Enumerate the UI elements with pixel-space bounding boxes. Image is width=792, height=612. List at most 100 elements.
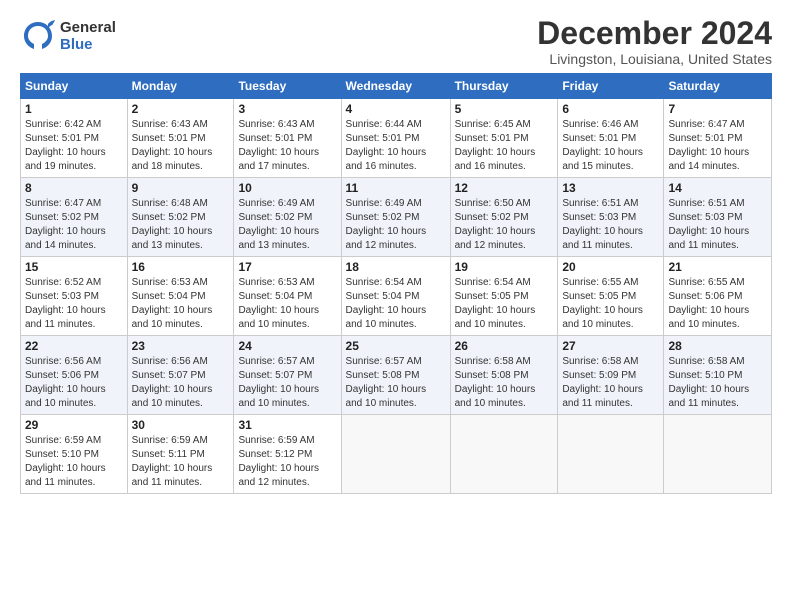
month-title: December 2024 [537, 16, 772, 51]
calendar-table: Sunday Monday Tuesday Wednesday Thursday… [20, 73, 772, 494]
logo: General Blue [20, 16, 116, 56]
week-row-5: 29 Sunrise: 6:59 AMSunset: 5:10 PMDayligh… [21, 415, 772, 494]
day-info: Sunrise: 6:42 AMSunset: 5:01 PMDaylight:… [25, 118, 123, 174]
day-number: 21 [668, 260, 767, 274]
calendar-cell [341, 415, 450, 494]
calendar-cell: 18 Sunrise: 6:54 AMSunset: 5:04 PMDayligh… [341, 257, 450, 336]
calendar-cell: 29 Sunrise: 6:59 AMSunset: 5:10 PMDayligh… [21, 415, 128, 494]
col-monday: Monday [127, 74, 234, 99]
day-info: Sunrise: 6:54 AMSunset: 5:04 PMDaylight:… [346, 276, 446, 332]
day-number: 23 [132, 339, 230, 353]
day-number: 29 [25, 418, 123, 432]
day-info: Sunrise: 6:52 AMSunset: 5:03 PMDaylight:… [25, 276, 123, 332]
day-number: 26 [455, 339, 554, 353]
day-info: Sunrise: 6:58 AMSunset: 5:09 PMDaylight:… [562, 355, 659, 411]
calendar-cell: 14 Sunrise: 6:51 AMSunset: 5:03 PMDayligh… [664, 178, 772, 257]
calendar-cell: 20Sunrise: 6:55 AMSunset: 5:05 PMDayligh… [558, 257, 664, 336]
calendar-cell: 31 Sunrise: 6:59 AMSunset: 5:12 PMDayligh… [234, 415, 341, 494]
calendar-cell: 2 Sunrise: 6:43 AMSunset: 5:01 PMDaylight… [127, 99, 234, 178]
day-number: 11 [346, 181, 446, 195]
day-number: 13 [562, 181, 659, 195]
day-info: Sunrise: 6:59 AMSunset: 5:11 PMDaylight:… [132, 434, 230, 490]
calendar-cell: 22Sunrise: 6:56 AMSunset: 5:06 PMDayligh… [21, 336, 128, 415]
day-number: 5 [455, 102, 554, 116]
calendar-cell: 6Sunrise: 6:46 AMSunset: 5:01 PMDaylight… [558, 99, 664, 178]
day-info: Sunrise: 6:59 AMSunset: 5:12 PMDaylight:… [238, 434, 336, 490]
calendar-cell: 19 Sunrise: 6:54 AMSunset: 5:05 PMDayligh… [450, 257, 558, 336]
calendar-cell: 9Sunrise: 6:48 AMSunset: 5:02 PMDaylight… [127, 178, 234, 257]
day-info: Sunrise: 6:57 AMSunset: 5:08 PMDaylight:… [346, 355, 446, 411]
day-number: 12 [455, 181, 554, 195]
day-number: 10 [238, 181, 336, 195]
calendar-cell: 17 Sunrise: 6:53 AMSunset: 5:04 PMDayligh… [234, 257, 341, 336]
day-number: 2 [132, 102, 230, 116]
logo-name: General Blue [60, 19, 116, 53]
day-number: 17 [238, 260, 336, 274]
calendar-cell: 7Sunrise: 6:47 AMSunset: 5:01 PMDaylight… [664, 99, 772, 178]
week-row-1: 1 Sunrise: 6:42 AMSunset: 5:01 PMDaylight… [21, 99, 772, 178]
day-number: 15 [25, 260, 123, 274]
calendar-cell [664, 415, 772, 494]
calendar-cell: 5 Sunrise: 6:45 AMSunset: 5:01 PMDaylight… [450, 99, 558, 178]
day-info: Sunrise: 6:56 AMSunset: 5:06 PMDaylight:… [25, 355, 123, 411]
day-number: 16 [132, 260, 230, 274]
calendar-cell: 15 Sunrise: 6:52 AMSunset: 5:03 PMDayligh… [21, 257, 128, 336]
week-row-3: 15 Sunrise: 6:52 AMSunset: 5:03 PMDayligh… [21, 257, 772, 336]
calendar-cell: 27 Sunrise: 6:58 AMSunset: 5:09 PMDayligh… [558, 336, 664, 415]
day-number: 8 [25, 181, 123, 195]
day-number: 30 [132, 418, 230, 432]
day-info: Sunrise: 6:43 AMSunset: 5:01 PMDaylight:… [238, 118, 336, 174]
day-info: Sunrise: 6:45 AMSunset: 5:01 PMDaylight:… [455, 118, 554, 174]
calendar-cell: 1 Sunrise: 6:42 AMSunset: 5:01 PMDaylight… [21, 99, 128, 178]
day-info: Sunrise: 6:59 AMSunset: 5:10 PMDaylight:… [25, 434, 123, 490]
calendar-cell: 10 Sunrise: 6:49 AMSunset: 5:02 PMDayligh… [234, 178, 341, 257]
day-info: Sunrise: 6:55 AMSunset: 5:06 PMDaylight:… [668, 276, 767, 332]
day-number: 19 [455, 260, 554, 274]
day-number: 27 [562, 339, 659, 353]
calendar-cell: 30 Sunrise: 6:59 AMSunset: 5:11 PMDayligh… [127, 415, 234, 494]
day-info: Sunrise: 6:54 AMSunset: 5:05 PMDaylight:… [455, 276, 554, 332]
calendar-cell: 23 Sunrise: 6:56 AMSunset: 5:07 PMDayligh… [127, 336, 234, 415]
calendar-cell: 8 Sunrise: 6:47 AMSunset: 5:02 PMDaylight… [21, 178, 128, 257]
day-info: Sunrise: 6:53 AMSunset: 5:04 PMDaylight:… [132, 276, 230, 332]
title-block: December 2024 Livingston, Louisiana, Uni… [537, 16, 772, 67]
day-info: Sunrise: 6:53 AMSunset: 5:04 PMDaylight:… [238, 276, 336, 332]
page-container: General Blue December 2024 Livingston, L… [0, 0, 792, 504]
location-title: Livingston, Louisiana, United States [537, 51, 772, 67]
col-saturday: Saturday [664, 74, 772, 99]
day-info: Sunrise: 6:58 AMSunset: 5:10 PMDaylight:… [668, 355, 767, 411]
calendar-cell: 25Sunrise: 6:57 AMSunset: 5:08 PMDayligh… [341, 336, 450, 415]
col-thursday: Thursday [450, 74, 558, 99]
calendar-cell: 4Sunrise: 6:44 AMSunset: 5:01 PMDaylight… [341, 99, 450, 178]
day-info: Sunrise: 6:49 AMSunset: 5:02 PMDaylight:… [238, 197, 336, 253]
day-info: Sunrise: 6:56 AMSunset: 5:07 PMDaylight:… [132, 355, 230, 411]
calendar-cell [558, 415, 664, 494]
day-number: 1 [25, 102, 123, 116]
col-friday: Friday [558, 74, 664, 99]
day-info: Sunrise: 6:55 AMSunset: 5:05 PMDaylight:… [562, 276, 659, 332]
day-number: 31 [238, 418, 336, 432]
calendar-cell: 21 Sunrise: 6:55 AMSunset: 5:06 PMDayligh… [664, 257, 772, 336]
calendar-cell: 28 Sunrise: 6:58 AMSunset: 5:10 PMDayligh… [664, 336, 772, 415]
calendar-cell: 24 Sunrise: 6:57 AMSunset: 5:07 PMDayligh… [234, 336, 341, 415]
day-info: Sunrise: 6:51 AMSunset: 5:03 PMDaylight:… [668, 197, 767, 253]
day-info: Sunrise: 6:57 AMSunset: 5:07 PMDaylight:… [238, 355, 336, 411]
day-info: Sunrise: 6:49 AMSunset: 5:02 PMDaylight:… [346, 197, 446, 253]
calendar-cell: 11 Sunrise: 6:49 AMSunset: 5:02 PMDayligh… [341, 178, 450, 257]
calendar-cell [450, 415, 558, 494]
day-number: 18 [346, 260, 446, 274]
calendar-header-row: Sunday Monday Tuesday Wednesday Thursday… [21, 74, 772, 99]
day-number: 24 [238, 339, 336, 353]
day-number: 28 [668, 339, 767, 353]
day-info: Sunrise: 6:47 AMSunset: 5:02 PMDaylight:… [25, 197, 123, 253]
day-info: Sunrise: 6:51 AMSunset: 5:03 PMDaylight:… [562, 197, 659, 253]
day-number: 14 [668, 181, 767, 195]
week-row-2: 8 Sunrise: 6:47 AMSunset: 5:02 PMDaylight… [21, 178, 772, 257]
calendar-cell: 16 Sunrise: 6:53 AMSunset: 5:04 PMDayligh… [127, 257, 234, 336]
day-info: Sunrise: 6:46 AMSunset: 5:01 PMDaylight:… [562, 118, 659, 174]
day-info: Sunrise: 6:43 AMSunset: 5:01 PMDaylight:… [132, 118, 230, 174]
calendar-cell: 3Sunrise: 6:43 AMSunset: 5:01 PMDaylight… [234, 99, 341, 178]
col-tuesday: Tuesday [234, 74, 341, 99]
day-info: Sunrise: 6:44 AMSunset: 5:01 PMDaylight:… [346, 118, 446, 174]
day-number: 9 [132, 181, 230, 195]
